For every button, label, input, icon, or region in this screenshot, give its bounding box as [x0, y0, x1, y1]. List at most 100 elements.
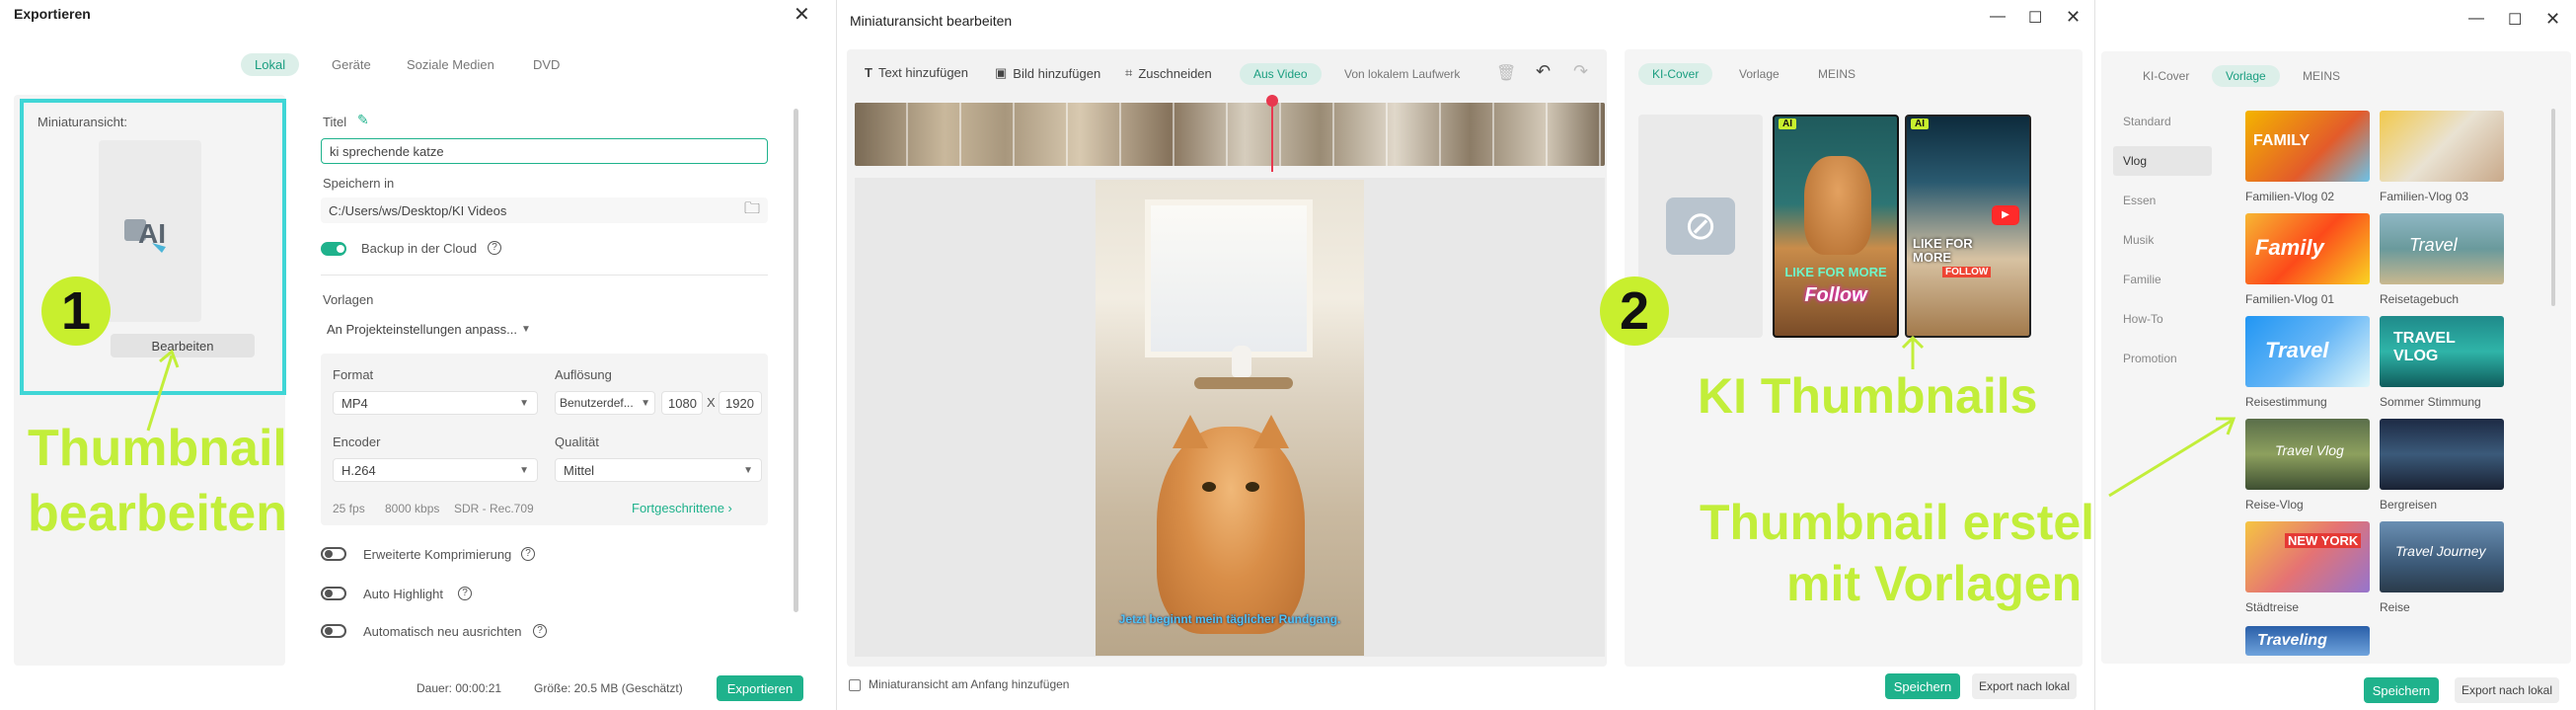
- chevron-down-icon: ▼: [519, 464, 529, 476]
- template-thumb[interactable]: FAMILY: [2245, 111, 2370, 182]
- tab-soziale-medien[interactable]: Soziale Medien: [393, 53, 508, 76]
- template-label: Bergreisen: [2380, 498, 2438, 512]
- template-thumb[interactable]: TRAVEL VLOG: [2380, 316, 2504, 387]
- template-thumb[interactable]: [2380, 419, 2504, 490]
- quality-select[interactable]: Mittel ▼: [555, 458, 762, 482]
- tab-ki-cover[interactable]: KI-Cover: [2129, 65, 2203, 87]
- tab-vorlage[interactable]: Vorlage: [2212, 65, 2280, 87]
- annotation-3-line2: mit Vorlagen: [1786, 556, 2083, 611]
- subtitle-text[interactable]: Jetzt beginnt mein täglicher Rundgang.: [1111, 612, 1348, 626]
- template-panel: — ☐ ✕ KI-Cover Vorlage MEINS Standard Vl…: [2094, 0, 2576, 710]
- height-input[interactable]: 1920: [719, 391, 762, 415]
- annotation-1-line1: Thumbnail: [28, 420, 287, 477]
- preset-value: An Projekteinstellungen anpass...: [327, 321, 517, 337]
- format-label: Format: [333, 367, 374, 382]
- tab-dvd[interactable]: DVD: [519, 53, 573, 76]
- close-icon[interactable]: ✕: [2545, 9, 2560, 30]
- category-standard[interactable]: Standard: [2113, 107, 2212, 136]
- template-thumb[interactable]: Travel: [2245, 316, 2370, 387]
- export-local-button[interactable]: Export nach lokal: [2455, 677, 2559, 703]
- minimize-icon[interactable]: —: [1990, 8, 2006, 26]
- crop-button[interactable]: ⌗ Zuschneiden: [1125, 65, 1212, 81]
- add-text-button[interactable]: T Text hinzufügen: [865, 65, 968, 80]
- folder-icon[interactable]: 🗀: [744, 197, 760, 224]
- cat-eye-right: [1246, 482, 1259, 492]
- card2-text1: LIKE FOR MORE: [1913, 236, 1973, 265]
- category-familie[interactable]: Familie: [2113, 265, 2212, 294]
- template-art: Travel: [2265, 338, 2329, 362]
- close-icon[interactable]: ✕: [794, 2, 810, 27]
- filmstrip-frames: [855, 103, 1605, 166]
- tab-vorlage[interactable]: Vorlage: [1725, 63, 1793, 85]
- undo-icon[interactable]: ↶: [1536, 61, 1551, 82]
- realign-toggle[interactable]: [321, 624, 346, 638]
- help-icon[interactable]: ?: [533, 624, 547, 638]
- title-input[interactable]: ki sprechende katze: [321, 138, 768, 164]
- maximize-icon[interactable]: ☐: [2028, 8, 2042, 28]
- preview-image[interactable]: [1096, 180, 1364, 656]
- help-icon[interactable]: ?: [488, 241, 501, 255]
- template-thumb[interactable]: Travel Journey: [2380, 521, 2504, 592]
- template-label: Reise-Vlog: [2245, 498, 2304, 512]
- advanced-link[interactable]: Fortgeschrittene ›: [632, 501, 732, 515]
- save-path-field[interactable]: C:/Users/ws/Desktop/KI Videos 🗀: [321, 197, 768, 223]
- add-start-checkbox[interactable]: [849, 679, 861, 691]
- template-label: Familien-Vlog 03: [2380, 190, 2469, 203]
- template-thumb[interactable]: Travel: [2380, 213, 2504, 284]
- export-button[interactable]: Exportieren: [717, 675, 803, 701]
- svg-text:AI: AI: [138, 218, 166, 249]
- scrollbar[interactable]: [794, 109, 798, 612]
- compress-toggle[interactable]: [321, 547, 346, 561]
- playhead-handle[interactable]: [1266, 95, 1278, 107]
- format-select[interactable]: MP4 ▼: [333, 391, 538, 415]
- maximize-icon[interactable]: ☐: [2508, 10, 2522, 30]
- template-label: Familien-Vlog 02: [2245, 190, 2335, 203]
- add-image-button[interactable]: ▣ Bild hinzufügen: [995, 65, 1100, 81]
- cat-body: [1157, 427, 1305, 634]
- redo-icon[interactable]: ↷: [1573, 61, 1588, 82]
- category-promotion[interactable]: Promotion: [2113, 344, 2212, 373]
- chevron-down-icon: ▼: [743, 464, 753, 476]
- template-thumb[interactable]: NEW YORK: [2245, 521, 2370, 592]
- scrollbar[interactable]: [2551, 109, 2555, 306]
- tab-lokal[interactable]: Lokal: [241, 53, 300, 76]
- save-button[interactable]: Speichern: [1885, 673, 1960, 699]
- template-thumb[interactable]: Family: [2245, 213, 2370, 284]
- tab-meins[interactable]: MEINS: [2289, 65, 2354, 87]
- from-video-tab[interactable]: Aus Video: [1240, 63, 1322, 85]
- chevron-down-icon: ▼: [641, 397, 650, 409]
- template-art: Travel Journey: [2395, 543, 2486, 559]
- encoder-label: Encoder: [333, 434, 381, 449]
- ai-cover-2[interactable]: AI ▶ LIKE FOR MORE FOLLOW: [1905, 115, 2031, 338]
- template-thumb[interactable]: Traveling: [2245, 626, 2370, 656]
- close-icon[interactable]: ✕: [2066, 7, 2081, 28]
- category-essen[interactable]: Essen: [2113, 186, 2212, 215]
- delete-icon[interactable]: 🗑: [1496, 63, 1516, 83]
- minimize-icon[interactable]: —: [2468, 10, 2484, 28]
- help-icon[interactable]: ?: [521, 547, 535, 561]
- encoder-select[interactable]: H.264 ▼: [333, 458, 538, 482]
- template-thumb[interactable]: [2380, 111, 2504, 182]
- export-local-button[interactable]: Export nach lokal: [1972, 673, 2077, 699]
- playhead[interactable]: [1271, 99, 1273, 172]
- tab-geraete[interactable]: Geräte: [318, 53, 385, 76]
- width-input[interactable]: 1080: [661, 391, 703, 415]
- category-how-to[interactable]: How-To: [2113, 304, 2212, 334]
- cat-eye-left: [1202, 482, 1216, 492]
- backup-toggle[interactable]: [321, 242, 346, 256]
- tab-ki-cover[interactable]: KI-Cover: [1638, 63, 1713, 85]
- template-thumb[interactable]: Travel Vlog: [2245, 419, 2370, 490]
- category-musik[interactable]: Musik: [2113, 225, 2212, 255]
- category-vlog[interactable]: Vlog: [2113, 146, 2212, 176]
- help-icon[interactable]: ?: [458, 587, 472, 600]
- highlight-toggle[interactable]: [321, 587, 346, 600]
- resolution-select[interactable]: Benutzerdef... ▼: [555, 391, 655, 415]
- tab-meins[interactable]: MEINS: [1804, 63, 1869, 85]
- highlight-label: Auto Highlight: [363, 587, 443, 601]
- save-button[interactable]: Speichern: [2364, 677, 2439, 703]
- ai-cover-1[interactable]: AI LIKE FOR MORE Follow: [1773, 115, 1899, 338]
- from-local-tab[interactable]: Von lokalem Laufwerk: [1330, 63, 1474, 85]
- editor-title: Miniaturansicht bearbeiten: [850, 13, 1013, 29]
- preset-select[interactable]: An Projekteinstellungen anpass... ▼: [321, 316, 531, 342]
- ai-pen-icon[interactable]: ✎: [357, 112, 369, 128]
